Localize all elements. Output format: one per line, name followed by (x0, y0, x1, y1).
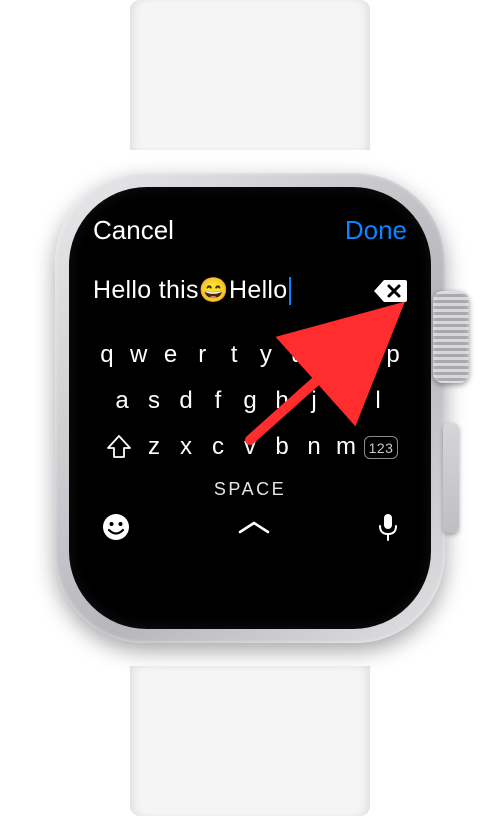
key-b[interactable]: b (268, 433, 296, 461)
watch-band-top (130, 0, 370, 150)
digital-crown[interactable] (433, 291, 469, 383)
key-y[interactable]: y (252, 341, 280, 369)
bottom-row (93, 512, 407, 542)
key-z[interactable]: z (140, 433, 168, 461)
emoji-inline: 😄 (199, 276, 229, 305)
text-part-2: Hello (229, 276, 287, 305)
key-o[interactable]: o (347, 341, 375, 369)
side-button[interactable] (443, 423, 459, 533)
key-p[interactable]: p (379, 341, 407, 369)
chevron-up-icon (237, 519, 271, 535)
space-key[interactable]: SPACE (93, 479, 407, 500)
text-caret (289, 277, 291, 305)
key-k[interactable]: k (332, 387, 360, 415)
dictation-button[interactable] (377, 512, 399, 542)
key-i[interactable]: i (316, 341, 344, 369)
key-l[interactable]: l (364, 387, 392, 415)
backspace-icon (373, 278, 407, 304)
done-button[interactable]: Done (345, 215, 407, 246)
emoji-button[interactable] (101, 512, 131, 542)
device-frame: Cancel Done Hello this 😄 Hello (0, 0, 500, 816)
text-part-1: Hello this (93, 276, 199, 305)
key-x[interactable]: x (172, 433, 200, 461)
text-input-row: Hello this 😄 Hello (93, 276, 407, 305)
keyboard-chevron-up[interactable] (237, 519, 271, 535)
key-s[interactable]: s (140, 387, 168, 415)
key-q[interactable]: q (93, 341, 121, 369)
key-n[interactable]: n (300, 433, 328, 461)
screen: Cancel Done Hello this 😄 Hello (69, 187, 431, 629)
key-w[interactable]: w (125, 341, 153, 369)
key-f[interactable]: f (204, 387, 232, 415)
keyboard-row-3: z x c v b n m 123 (93, 433, 407, 461)
key-e[interactable]: e (157, 341, 185, 369)
keyboard: q w e r t y u i o p a s d (93, 341, 407, 542)
key-a[interactable]: a (108, 387, 136, 415)
key-g[interactable]: g (236, 387, 264, 415)
numbers-key[interactable]: 123 (364, 433, 398, 461)
watch-band-bottom (130, 666, 370, 816)
key-t[interactable]: t (220, 341, 248, 369)
text-input[interactable]: Hello this 😄 Hello (93, 276, 291, 305)
top-bar: Cancel Done (93, 215, 407, 246)
key-d[interactable]: d (172, 387, 200, 415)
backspace-button[interactable] (373, 278, 407, 304)
key-v[interactable]: v (236, 433, 264, 461)
emoji-icon (101, 512, 131, 542)
key-c[interactable]: c (204, 433, 232, 461)
watch-bezel: Cancel Done Hello this 😄 Hello (69, 187, 431, 629)
keyboard-row-1: q w e r t y u i o p (93, 341, 407, 369)
key-h[interactable]: h (268, 387, 296, 415)
key-m[interactable]: m (332, 433, 360, 461)
watch-case: Cancel Done Hello this 😄 Hello (55, 173, 445, 643)
microphone-icon (377, 512, 399, 542)
shift-icon (106, 435, 132, 459)
shift-key[interactable] (102, 433, 136, 461)
cancel-button[interactable]: Cancel (93, 215, 174, 246)
keyboard-row-2: a s d f g h j k l (93, 387, 407, 415)
key-j[interactable]: j (300, 387, 328, 415)
key-u[interactable]: u (284, 341, 312, 369)
numbers-label: 123 (364, 436, 399, 459)
key-r[interactable]: r (188, 341, 216, 369)
